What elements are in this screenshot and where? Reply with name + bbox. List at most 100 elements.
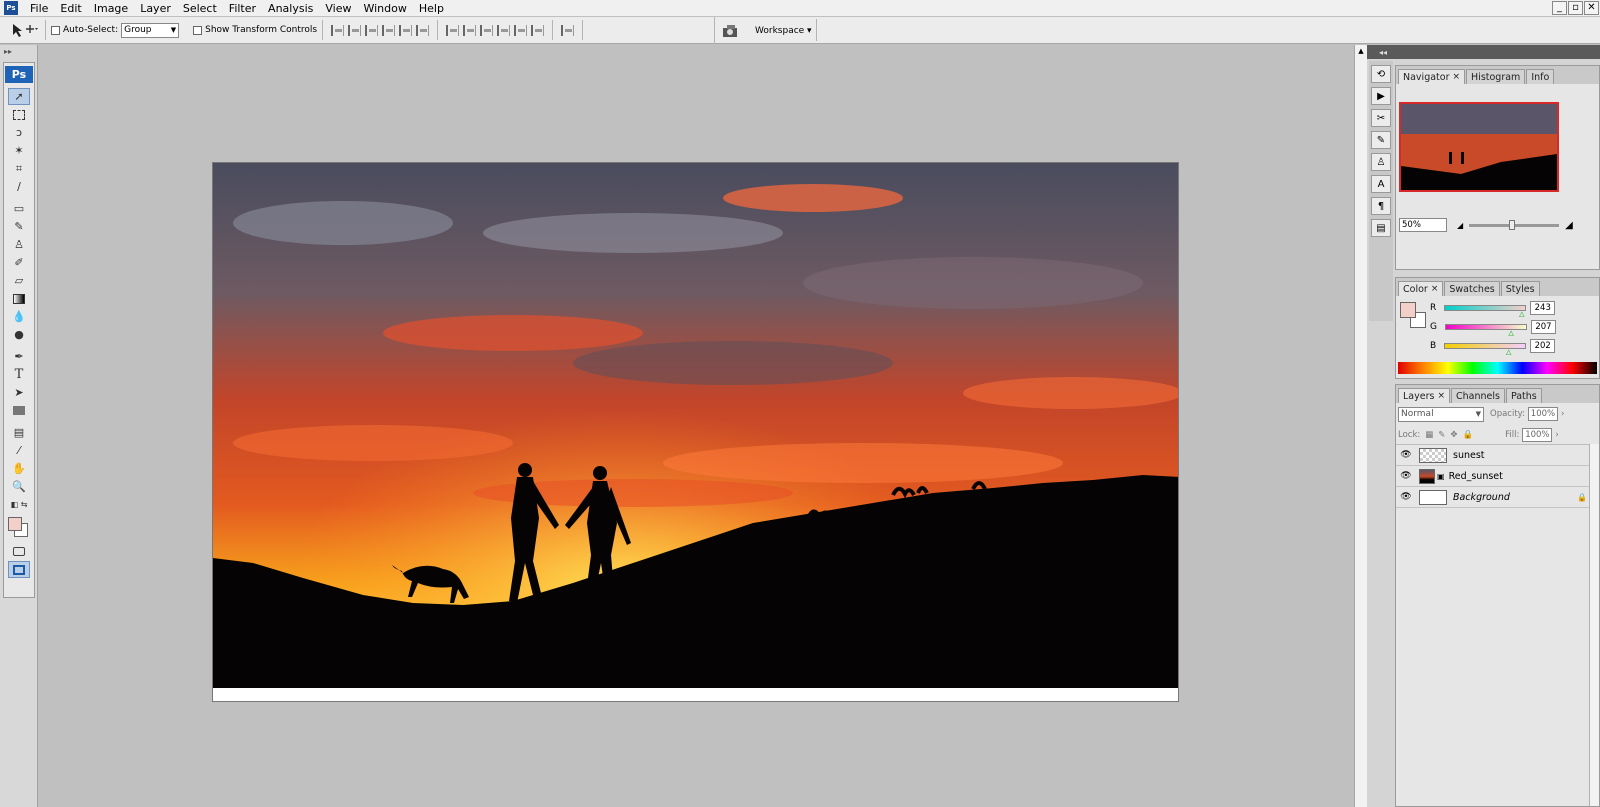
restore-button[interactable]: ▫ bbox=[1568, 1, 1583, 15]
tool-presets-icon[interactable]: ✂ bbox=[1371, 109, 1391, 127]
path-selection-tool[interactable]: ➤ bbox=[8, 384, 30, 401]
green-slider-thumb[interactable]: △ bbox=[1508, 329, 1513, 337]
opacity-arrow-icon[interactable]: › bbox=[1561, 409, 1564, 419]
layers-scrollbar[interactable] bbox=[1589, 444, 1599, 806]
distribute-top-icon[interactable] bbox=[446, 24, 460, 36]
auto-select-checkbox[interactable]: Auto-Select: bbox=[51, 25, 118, 35]
tab-channels[interactable]: Channels bbox=[1450, 388, 1505, 403]
menu-help[interactable]: Help bbox=[413, 2, 450, 15]
character-panel-icon[interactable]: A bbox=[1371, 175, 1391, 193]
actions-panel-icon[interactable]: ▶ bbox=[1371, 87, 1391, 105]
pen-tool[interactable]: ✒ bbox=[8, 348, 30, 365]
tab-navigator[interactable]: Navigator × bbox=[1398, 69, 1466, 84]
blue-value-field[interactable]: 202 bbox=[1530, 338, 1556, 353]
dodge-tool[interactable]: ● bbox=[8, 326, 30, 343]
history-brush-tool[interactable]: ✐ bbox=[8, 254, 30, 271]
marquee-tool[interactable] bbox=[8, 106, 30, 123]
tab-info[interactable]: Info bbox=[1526, 69, 1555, 84]
brushes-panel-icon[interactable]: ✎ bbox=[1371, 131, 1391, 149]
file-browser-icon[interactable] bbox=[721, 24, 741, 38]
quick-mask-button[interactable] bbox=[8, 543, 30, 560]
crop-tool[interactable]: ⌗ bbox=[8, 160, 30, 177]
clone-stamp-tool[interactable]: ♙ bbox=[8, 236, 30, 253]
eye-icon[interactable]: 👁 bbox=[1399, 448, 1413, 462]
shape-tool[interactable] bbox=[8, 402, 30, 419]
red-value-field[interactable]: 243 bbox=[1530, 300, 1556, 315]
tab-color[interactable]: Color × bbox=[1398, 281, 1444, 296]
menu-window[interactable]: Window bbox=[357, 2, 412, 15]
collapse-icon[interactable]: ▸▸ bbox=[0, 45, 37, 58]
color-panel-swatches[interactable] bbox=[1400, 302, 1428, 330]
menu-filter[interactable]: Filter bbox=[223, 2, 262, 15]
align-vcenter-icon[interactable] bbox=[348, 24, 362, 36]
align-right-icon[interactable] bbox=[416, 24, 430, 36]
tool-preset-picker[interactable] bbox=[10, 20, 40, 40]
auto-align-icon[interactable] bbox=[561, 24, 575, 36]
navigator-preview[interactable] bbox=[1399, 102, 1559, 192]
green-slider[interactable]: △ bbox=[1444, 323, 1527, 337]
scroll-up-icon[interactable]: ▲ bbox=[1355, 47, 1367, 55]
zoom-slider-thumb[interactable] bbox=[1509, 219, 1516, 230]
tab-layers[interactable]: Layers × bbox=[1398, 388, 1450, 403]
screen-mode-button[interactable] bbox=[8, 561, 30, 578]
auto-align-button[interactable] bbox=[561, 24, 575, 36]
zoom-in-icon[interactable]: ◢ bbox=[1565, 220, 1573, 231]
color-swatches[interactable] bbox=[6, 515, 32, 539]
auto-select-dropdown[interactable]: Group ▼ bbox=[121, 22, 180, 38]
blue-slider-thumb[interactable]: △ bbox=[1506, 348, 1511, 356]
lock-transparent-icon[interactable]: ▦ bbox=[1425, 430, 1433, 440]
healing-brush-tool[interactable]: ▭ bbox=[8, 200, 30, 217]
fill-field[interactable]: 100% bbox=[1522, 427, 1553, 442]
close-icon[interactable]: × bbox=[1431, 284, 1439, 294]
hand-tool[interactable]: ✋ bbox=[8, 460, 30, 477]
blue-slider[interactable]: △ bbox=[1444, 342, 1527, 356]
zoom-level-field[interactable]: 50% bbox=[1399, 218, 1447, 232]
tab-paths[interactable]: Paths bbox=[1505, 388, 1542, 403]
layer-comps-icon[interactable]: ▤ bbox=[1371, 219, 1391, 237]
menu-select[interactable]: Select bbox=[177, 2, 223, 15]
minimize-button[interactable]: _ bbox=[1552, 1, 1567, 15]
slice-tool[interactable]: ∕ bbox=[8, 178, 30, 195]
menu-layer[interactable]: Layer bbox=[134, 2, 177, 15]
blur-tool[interactable]: 💧 bbox=[8, 308, 30, 325]
move-tool[interactable]: ➚ bbox=[8, 88, 30, 105]
distribute-left-icon[interactable] bbox=[497, 24, 511, 36]
layer-row[interactable]: 👁 Background 🔒 bbox=[1396, 487, 1599, 508]
lasso-tool[interactable]: ↄ bbox=[8, 124, 30, 141]
red-slider-thumb[interactable]: △ bbox=[1519, 310, 1524, 318]
canvas-vertical-scrollbar[interactable]: ▲ bbox=[1354, 45, 1367, 807]
tab-swatches[interactable]: Swatches bbox=[1444, 281, 1500, 296]
tab-histogram[interactable]: Histogram bbox=[1466, 69, 1526, 84]
clone-source-icon[interactable]: ♙ bbox=[1371, 153, 1391, 171]
ps-logo[interactable]: Ps bbox=[5, 66, 33, 83]
blend-mode-dropdown[interactable]: Normal ▼ bbox=[1398, 406, 1484, 422]
paragraph-panel-icon[interactable]: ¶ bbox=[1371, 197, 1391, 215]
lock-image-icon[interactable]: ✎ bbox=[1438, 430, 1445, 440]
close-window-button[interactable]: ✕ bbox=[1584, 1, 1599, 15]
workspace-menu[interactable]: Workspace ▾ bbox=[755, 26, 812, 36]
color-spectrum-bar[interactable] bbox=[1398, 362, 1597, 374]
align-hcenter-icon[interactable] bbox=[399, 24, 413, 36]
menu-edit[interactable]: Edit bbox=[54, 2, 87, 15]
foreground-color-swatch[interactable] bbox=[1400, 302, 1416, 318]
notes-tool[interactable]: ▤ bbox=[8, 424, 30, 441]
zoom-tool[interactable]: 🔍 bbox=[8, 478, 30, 495]
menu-analysis[interactable]: Analysis bbox=[262, 2, 319, 15]
opacity-field[interactable]: 100% bbox=[1527, 407, 1558, 421]
magic-wand-tool[interactable]: ✶ bbox=[8, 142, 30, 159]
distribute-right-icon[interactable] bbox=[531, 24, 545, 36]
gradient-tool[interactable] bbox=[8, 290, 30, 307]
show-transform-checkbox[interactable]: Show Transform Controls bbox=[193, 25, 317, 35]
type-tool[interactable]: T bbox=[8, 366, 30, 383]
zoom-slider[interactable] bbox=[1469, 219, 1560, 230]
eraser-tool[interactable]: ▱ bbox=[8, 272, 30, 289]
align-left-icon[interactable] bbox=[382, 24, 396, 36]
red-slider[interactable]: △ bbox=[1444, 304, 1527, 318]
distribute-vcenter-icon[interactable] bbox=[463, 24, 477, 36]
align-top-icon[interactable] bbox=[331, 24, 345, 36]
distribute-bottom-icon[interactable] bbox=[480, 24, 494, 36]
menu-file[interactable]: File bbox=[24, 2, 54, 15]
lock-position-icon[interactable]: ✥ bbox=[1450, 430, 1457, 440]
swap-colors-button[interactable]: ◧ ⇆ bbox=[8, 496, 30, 513]
photoshop-app-icon[interactable]: Ps bbox=[4, 1, 18, 15]
